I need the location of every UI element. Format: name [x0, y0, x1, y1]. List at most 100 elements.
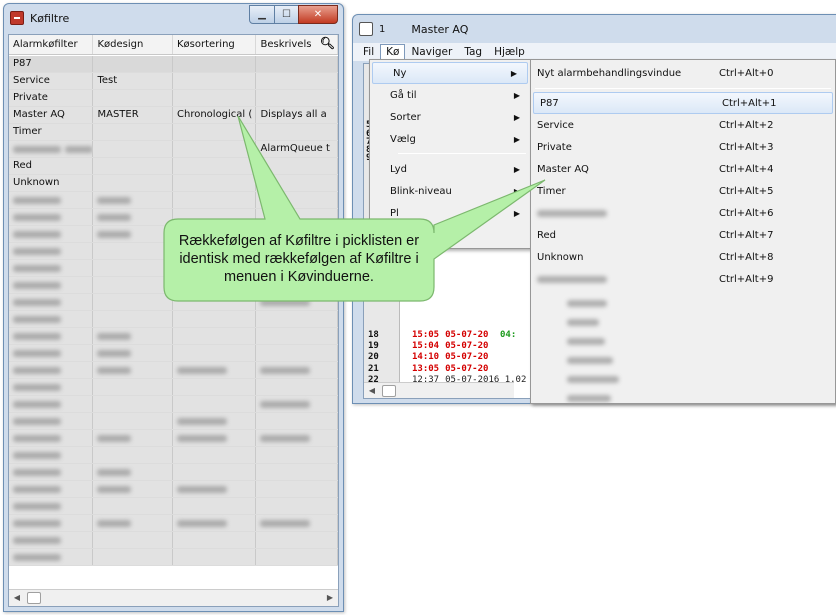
filter-cell-desc: [256, 73, 338, 89]
redacted-menu-item[interactable]: [567, 338, 605, 345]
redacted-cell: [93, 243, 173, 259]
filter-cell-desc: [256, 56, 338, 72]
new-submenu-item[interactable]: Service Ctrl+Alt+2: [531, 114, 835, 136]
filter-row[interactable]: Master AQ MASTER Chronological (Displays a…: [9, 107, 338, 124]
menu-naviger[interactable]: Naviger: [405, 44, 458, 60]
redacted-menu-item[interactable]: [567, 300, 607, 307]
queue-menu-item[interactable]: Lyd ▶: [370, 158, 530, 180]
new-submenu-item[interactable]: Timer Ctrl+Alt+5: [531, 180, 835, 202]
redacted-menu-item[interactable]: [567, 395, 611, 402]
filter-row-redacted[interactable]: [9, 345, 338, 362]
filter-row-redacted[interactable]: [9, 447, 338, 464]
redacted-cell: [256, 549, 338, 565]
queue-row-time: 15:05: [412, 330, 440, 340]
filter-row-redacted[interactable]: [9, 532, 338, 549]
filter-row[interactable]: Private: [9, 90, 338, 107]
menu-koe[interactable]: Kø: [380, 44, 406, 60]
redacted-text: [13, 452, 61, 459]
filter-row-redacted[interactable]: [9, 192, 338, 209]
filter-row[interactable]: Service Test: [9, 73, 338, 90]
filter-row[interactable]: Red: [9, 158, 338, 175]
title-bar-master[interactable]: 1 Master AQ: [353, 15, 836, 43]
queue-row[interactable]: 13:05 05-07-20: [412, 364, 488, 375]
filter-row-redacted[interactable]: [9, 515, 338, 532]
redacted-cell: [173, 532, 257, 548]
queue-menu-item[interactable]: Gå til ▶: [370, 84, 530, 106]
redacted-text: [97, 231, 132, 238]
search-icon[interactable]: 🔍︎: [320, 36, 335, 50]
minimize-button[interactable]: ▁: [249, 5, 275, 24]
queue-horizontal-scrollbar[interactable]: ◀: [364, 382, 514, 398]
new-submenu-item[interactable]: Unknown Ctrl+Alt+8: [531, 246, 835, 268]
filter-row-redacted[interactable]: [9, 328, 338, 345]
filter-row-redacted[interactable]: [9, 430, 338, 447]
queue-menu-item[interactable]: Pl ▶: [370, 202, 530, 224]
menu-separator: [398, 153, 526, 154]
menu-hjaelp[interactable]: Hjælp: [488, 44, 531, 60]
redacted-menu-item[interactable]: [567, 319, 599, 326]
new-submenu-item[interactable]: Ctrl+Alt+6: [531, 202, 835, 224]
redacted-text: [97, 486, 132, 493]
filter-row-redacted[interactable]: [9, 362, 338, 379]
window-number: 1: [379, 23, 386, 35]
redacted-cell: [93, 379, 173, 395]
new-submenu-item[interactable]: Private Ctrl+Alt+3: [531, 136, 835, 158]
scroll-right-arrow[interactable]: ▶: [324, 592, 336, 604]
queue-scroll-thumb[interactable]: [382, 385, 396, 397]
new-submenu-item[interactable]: Red Ctrl+Alt+7: [531, 224, 835, 246]
redacted-cell: [256, 413, 338, 429]
queue-menu-item[interactable]: Vælg ▶: [370, 128, 530, 150]
close-button[interactable]: ✕: [298, 5, 338, 24]
queue-row[interactable]: 15:04 05-07-20: [412, 341, 488, 352]
column-header-filter[interactable]: Alarmkøfilter: [9, 35, 94, 54]
filter-row-redacted[interactable]: [9, 481, 338, 498]
new-submenu-item[interactable]: P87 Ctrl+Alt+1: [533, 92, 833, 114]
redacted-menu-item[interactable]: [567, 376, 619, 383]
redacted-text: [13, 350, 61, 357]
filter-row[interactable]: P87: [9, 56, 338, 73]
column-header-design[interactable]: Kødesign: [93, 35, 173, 54]
filter-row-redacted[interactable]: [9, 294, 338, 311]
filter-row-redacted[interactable]: [9, 379, 338, 396]
queue-scroll-left-arrow[interactable]: ◀: [366, 385, 378, 397]
maximize-button[interactable]: ☐: [274, 5, 299, 24]
new-submenu-item[interactable]: Nyt alarmbehandlingsvindue Ctrl+Alt+0: [531, 62, 835, 84]
column-header-description[interactable]: Beskrivels 🔍︎: [256, 35, 338, 54]
queue-row[interactable]: 14:10 05-07-20: [412, 352, 488, 363]
queue-menu-item[interactable]: Blink-niveau ▶: [370, 180, 530, 202]
filter-row[interactable]: Timer: [9, 124, 338, 141]
queue-row[interactable]: 15:05 05-07-20: [412, 330, 488, 341]
redacted-cell: [256, 209, 338, 225]
filter-row-redacted[interactable]: [9, 464, 338, 481]
filter-row-redacted[interactable]: [9, 498, 338, 515]
new-submenu-item[interactable]: Master AQ Ctrl+Alt+4: [531, 158, 835, 180]
filter-row-redacted[interactable]: [9, 396, 338, 413]
filter-row-redacted[interactable]: [9, 549, 338, 566]
redacted-text: [97, 333, 132, 340]
queue-row-date: 05-07-20: [445, 363, 489, 374]
filter-row-redacted[interactable]: [9, 209, 338, 226]
redacted-cell: [173, 311, 257, 327]
menu-tag[interactable]: Tag: [458, 44, 488, 60]
scroll-thumb[interactable]: [27, 592, 41, 604]
filter-cell-sort: [173, 56, 257, 72]
queue-row-time: 13:05: [412, 363, 440, 374]
redacted-menu-item[interactable]: [567, 357, 613, 364]
redacted-cell: [9, 515, 94, 531]
submenu-arrow-icon: ▶: [513, 208, 520, 218]
queue-menu-item[interactable]: Sorter ▶: [370, 106, 530, 128]
filter-row-redacted[interactable]: [9, 413, 338, 430]
new-submenu-item[interactable]: Ctrl+Alt+9: [531, 268, 835, 290]
filter-cell-design: Test: [93, 73, 173, 89]
scroll-left-arrow[interactable]: ◀: [11, 592, 23, 604]
filter-row[interactable]: AlarmQueue t: [9, 141, 338, 158]
redacted-text: [97, 214, 132, 221]
menu-fil[interactable]: Fil: [357, 44, 380, 60]
column-header-sort[interactable]: Køsortering: [173, 35, 257, 54]
new-submenu-item-label: Red: [537, 229, 556, 241]
horizontal-scrollbar[interactable]: ◀ ▶: [9, 589, 338, 606]
filter-row-redacted[interactable]: [9, 311, 338, 328]
filter-row[interactable]: Unknown: [9, 175, 338, 192]
redacted-cell: [173, 294, 257, 310]
queue-menu-item[interactable]: Ny ▶: [372, 62, 528, 84]
